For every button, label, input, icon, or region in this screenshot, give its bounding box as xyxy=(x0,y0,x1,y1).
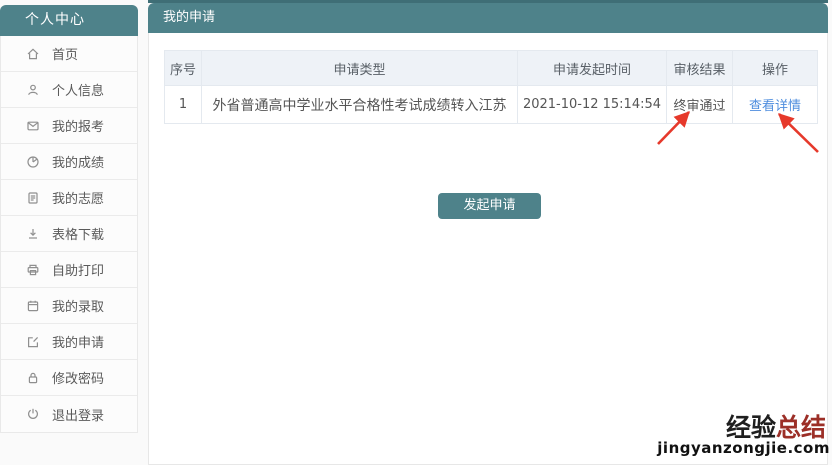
table-header-row: 序号 申请类型 申请发起时间 审核结果 操作 xyxy=(165,51,818,86)
column-header-result: 审核结果 xyxy=(667,51,733,86)
sidebar-item-change-password[interactable]: 修改密码 xyxy=(1,360,137,396)
mail-icon xyxy=(26,119,40,133)
cell-review-result: 终审通过 xyxy=(667,86,733,124)
sidebar-item-label: 表格下载 xyxy=(52,224,104,243)
sidebar-item-form-download[interactable]: 表格下载 xyxy=(1,216,137,252)
sidebar-item-home[interactable]: 首页 xyxy=(1,36,137,72)
calendar-icon xyxy=(26,299,40,313)
cell-index: 1 xyxy=(165,86,202,124)
sidebar-item-label: 我的申请 xyxy=(52,332,104,351)
main-panel: 我的申请 序号 申请类型 申请发起时间 审核结果 操作 1 外省普通高中学业水平… xyxy=(148,0,828,465)
logout-icon xyxy=(26,407,40,421)
sidebar-item-label: 退出登录 xyxy=(52,405,104,424)
document-icon xyxy=(26,191,40,205)
home-icon xyxy=(26,47,40,61)
printer-icon xyxy=(26,263,40,277)
sidebar: 个人中心 首页 个人信息 我的报考 我的成绩 我的志愿 表格下载 自 xyxy=(0,5,138,433)
button-row: 发起申请 xyxy=(164,193,815,219)
sidebar-item-preferences[interactable]: 我的志愿 xyxy=(1,180,137,216)
watermark: 经验总结 jingyanzongjie.com xyxy=(657,415,830,457)
sidebar-item-label: 自助打印 xyxy=(52,260,104,279)
applications-table: 序号 申请类型 申请发起时间 审核结果 操作 1 外省普通高中学业水平合格性考试… xyxy=(164,50,818,124)
column-header-action: 操作 xyxy=(733,51,818,86)
sidebar-item-label: 首页 xyxy=(52,44,78,63)
pie-chart-icon xyxy=(26,155,40,169)
sidebar-item-scores[interactable]: 我的成绩 xyxy=(1,144,137,180)
sidebar-item-applications[interactable]: 我的申请 xyxy=(1,324,137,360)
user-icon xyxy=(26,83,40,97)
start-application-button[interactable]: 发起申请 xyxy=(438,193,541,219)
watermark-brand-red: 总结 xyxy=(776,413,826,442)
sidebar-item-label: 我的报考 xyxy=(52,116,104,135)
sidebar-title: 个人中心 xyxy=(0,5,138,36)
panel-title: 我的申请 xyxy=(148,3,828,33)
sidebar-menu: 首页 个人信息 我的报考 我的成绩 我的志愿 表格下载 自助打印 xyxy=(0,36,138,433)
watermark-domain: jingyanzongjie.com xyxy=(657,441,830,457)
sidebar-item-label: 个人信息 xyxy=(52,80,104,99)
panel-body: 序号 申请类型 申请发起时间 审核结果 操作 1 外省普通高中学业水平合格性考试… xyxy=(148,33,828,465)
download-icon xyxy=(26,227,40,241)
column-header-type: 申请类型 xyxy=(202,51,518,86)
sidebar-item-label: 修改密码 xyxy=(52,368,104,387)
cell-action: 查看详情 xyxy=(733,86,818,124)
sidebar-item-self-print[interactable]: 自助打印 xyxy=(1,252,137,288)
lock-icon xyxy=(26,371,40,385)
sidebar-item-logout[interactable]: 退出登录 xyxy=(1,396,137,432)
sidebar-item-profile[interactable]: 个人信息 xyxy=(1,72,137,108)
column-header-time: 申请发起时间 xyxy=(518,51,667,86)
edit-icon xyxy=(26,335,40,349)
view-details-link[interactable]: 查看详情 xyxy=(749,99,801,114)
sidebar-item-label: 我的录取 xyxy=(52,296,104,315)
sidebar-item-admission[interactable]: 我的录取 xyxy=(1,288,137,324)
column-header-index: 序号 xyxy=(165,51,202,86)
cell-application-type: 外省普通高中学业水平合格性考试成绩转入江苏 xyxy=(202,86,518,124)
cell-start-time: 2021-10-12 15:14:54 xyxy=(518,86,667,124)
sidebar-item-label: 我的志愿 xyxy=(52,188,104,207)
table-row: 1 外省普通高中学业水平合格性考试成绩转入江苏 2021-10-12 15:14… xyxy=(165,86,818,124)
watermark-brand: 经验总结 xyxy=(657,415,830,441)
sidebar-item-registration[interactable]: 我的报考 xyxy=(1,108,137,144)
sidebar-item-label: 我的成绩 xyxy=(52,152,104,171)
watermark-brand-black: 经验 xyxy=(726,413,776,442)
